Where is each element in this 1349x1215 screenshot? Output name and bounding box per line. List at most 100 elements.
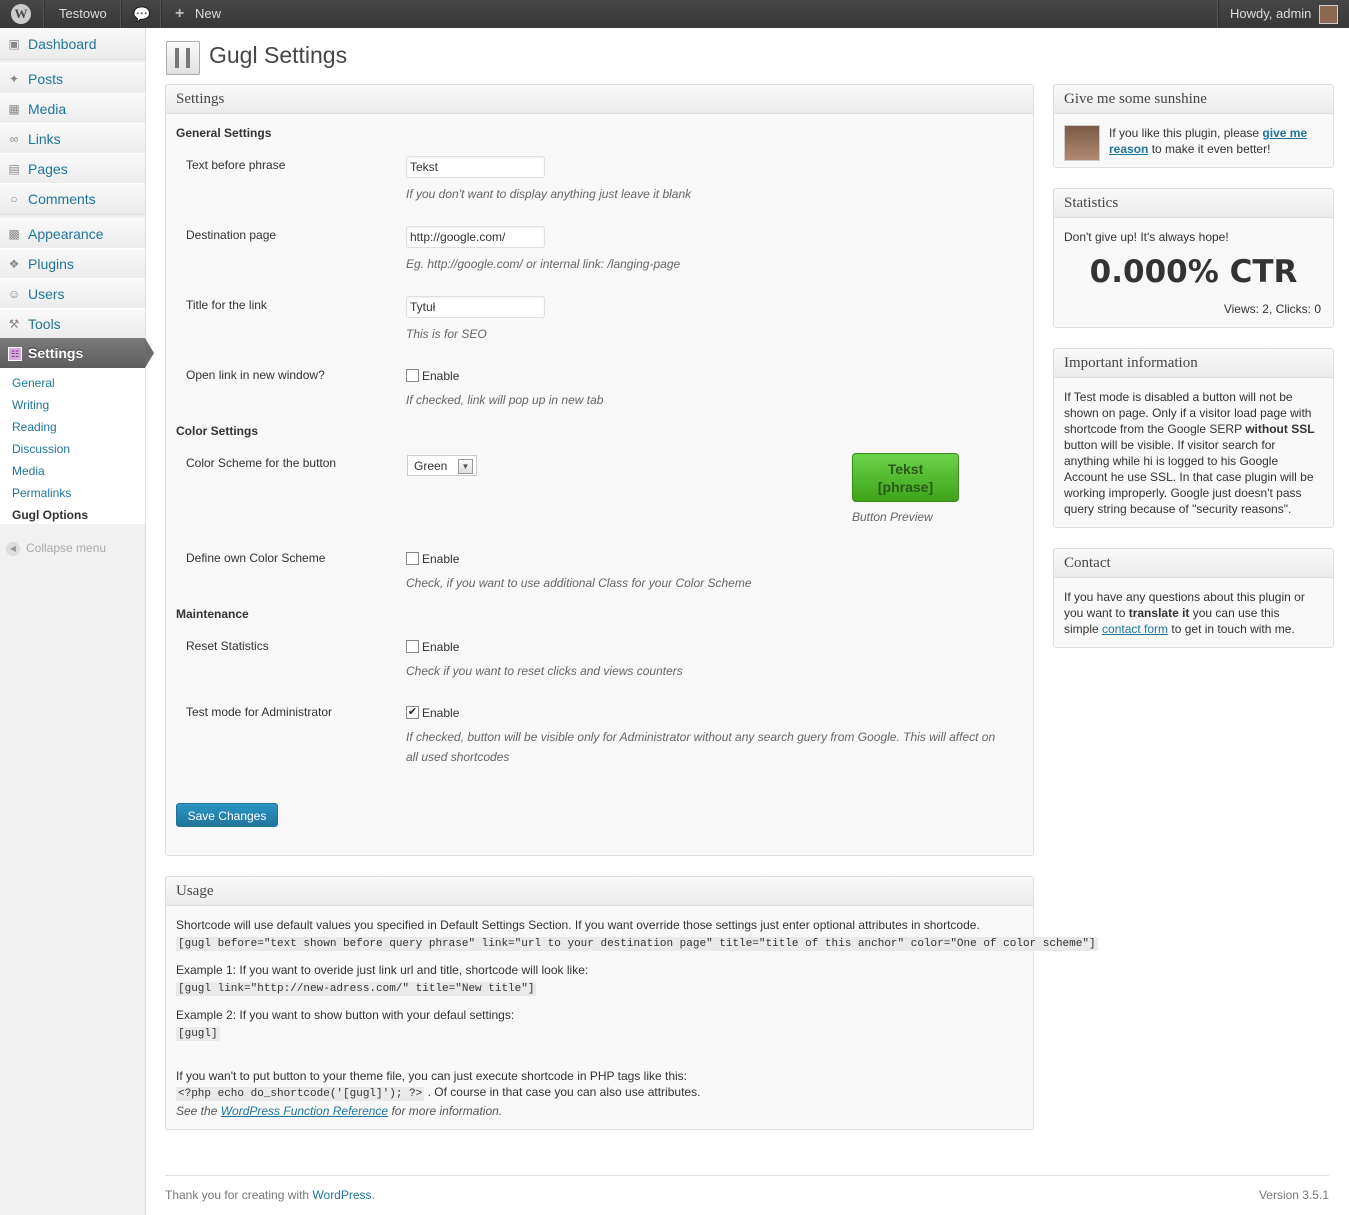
- function-reference-link[interactable]: WordPress Function Reference: [221, 1104, 388, 1118]
- media-icon: ▦: [8, 102, 20, 116]
- footer-version: Version 3.5.1: [1258, 1188, 1329, 1202]
- site-name-link[interactable]: Testowo: [59, 0, 107, 28]
- maintenance-heading: Maintenance: [176, 607, 249, 621]
- important-line: shortcode from the Google SERP: [1064, 422, 1246, 436]
- plugins-icon: ❖: [8, 257, 20, 271]
- statistics-box-title: Statistics: [1054, 189, 1333, 218]
- submenu-reading[interactable]: Reading: [12, 420, 57, 434]
- test-mode-label: Test mode for Administrator: [186, 705, 333, 719]
- important-box-title: Important information: [1054, 349, 1333, 378]
- checkmark-icon: ✔: [407, 706, 418, 718]
- settings-sliders-icon: [166, 41, 200, 75]
- enable-label: Enable: [422, 552, 460, 566]
- destination-description: Eg. http://google.com/ or internal link:…: [406, 257, 681, 271]
- usage-php-intro: If you wan't to put button to your theme…: [176, 1069, 688, 1083]
- reset-statistics-label: Reset Statistics: [186, 639, 269, 653]
- menu-label: Users: [28, 286, 65, 302]
- reset-statistics-checkbox[interactable]: [406, 640, 419, 653]
- usage-php-after: . Of course in that case you can also us…: [427, 1085, 701, 1099]
- menu-item-tools[interactable]: ⚒ Tools: [0, 308, 145, 340]
- menu-item-media[interactable]: ▦ Media: [0, 93, 145, 125]
- text-before-label: Text before phrase: [186, 158, 286, 172]
- comments-icon: ○: [10, 192, 18, 206]
- contact-line-2-post: you can use this: [1189, 606, 1280, 620]
- submenu-permalinks[interactable]: Permalinks: [12, 486, 71, 500]
- divider: [120, 0, 122, 28]
- usage-example-2-code: [gugl]: [176, 1027, 220, 1041]
- menu-item-comments[interactable]: ○ Comments: [0, 183, 145, 215]
- divider: [43, 0, 45, 28]
- test-mode-description: If checked, button will be visible only …: [406, 730, 996, 744]
- author-avatar: [1064, 125, 1100, 161]
- avatar[interactable]: [1319, 5, 1338, 24]
- contact-line-3-pre: simple: [1064, 622, 1103, 636]
- important-line: shown on page. Only if a visitor load pa…: [1064, 406, 1312, 420]
- wordpress-link[interactable]: WordPress: [312, 1188, 371, 1202]
- plus-icon[interactable]: +: [175, 0, 184, 28]
- title-input[interactable]: Tytuł: [406, 296, 545, 318]
- reset-statistics-description: Check if you want to reset clicks and vi…: [406, 664, 683, 678]
- new-window-description: If checked, link will pop up in new tab: [406, 393, 604, 407]
- important-line: query string because of "security reason…: [1064, 502, 1292, 516]
- menu-label: Comments: [28, 191, 96, 207]
- new-window-label: Open link in new window?: [186, 368, 325, 382]
- pages-icon: ▤: [8, 162, 20, 176]
- footer-divider: [165, 1175, 1329, 1176]
- sunshine-box-title: Give me some sunshine: [1054, 85, 1333, 114]
- posts-pin-icon: ✦: [8, 72, 20, 86]
- menu-label: Tools: [28, 316, 61, 332]
- wordpress-logo-icon[interactable]: W: [11, 4, 31, 24]
- usage-box-title: Usage: [166, 877, 1033, 906]
- text-before-input[interactable]: Tekst: [406, 156, 545, 178]
- submenu-general[interactable]: General: [12, 376, 55, 390]
- admin-menu: ▣ Dashboard ✦ Posts ▦ Media ∞ Links ▤ Pa…: [0, 28, 154, 1215]
- comments-bubble-icon[interactable]: 💬: [133, 0, 150, 28]
- submenu-discussion[interactable]: Discussion: [12, 442, 70, 456]
- menu-item-appearance[interactable]: ▩ Appearance: [0, 218, 145, 250]
- save-changes-button[interactable]: Save Changes: [176, 803, 278, 827]
- dashboard-icon: ▣: [8, 37, 20, 51]
- button-preview-caption: Button Preview: [852, 510, 933, 524]
- enable-label: Enable: [422, 706, 460, 720]
- users-icon: ☺: [7, 287, 21, 301]
- menu-label: Appearance: [28, 226, 104, 242]
- ctr-value: 0.000% CTR: [1089, 254, 1298, 290]
- current-menu-arrow: [145, 338, 154, 368]
- collapse-label: Collapse menu: [26, 541, 107, 555]
- menu-item-users[interactable]: ☺ Users: [0, 278, 145, 310]
- contact-box-title: Contact: [1054, 549, 1333, 578]
- new-content-link[interactable]: New: [195, 0, 221, 28]
- submenu-gugl-options[interactable]: Gugl Options: [12, 508, 88, 522]
- menu-item-settings[interactable]: ☷ Settings: [0, 338, 145, 368]
- menu-item-dashboard[interactable]: ▣ Dashboard: [0, 28, 145, 60]
- color-scheme-select[interactable]: Green ▼: [407, 455, 477, 476]
- reason-link[interactable]: reason: [1109, 142, 1148, 156]
- views-clicks: Views: 2, Clicks: 0: [1223, 302, 1321, 316]
- preview-line-2: [phrase]: [877, 479, 934, 495]
- own-scheme-checkbox[interactable]: [406, 552, 419, 565]
- menu-label: Dashboard: [28, 36, 97, 52]
- menu-item-links[interactable]: ∞ Links: [0, 123, 145, 155]
- enable-label: Enable: [422, 640, 460, 654]
- submenu-media[interactable]: Media: [12, 464, 45, 478]
- button-preview: Tekst [phrase]: [852, 453, 959, 502]
- new-window-checkbox[interactable]: [406, 369, 419, 382]
- tools-icon: ⚒: [8, 317, 20, 331]
- give-me-link[interactable]: give me: [1262, 126, 1307, 140]
- test-mode-checkbox[interactable]: ✔: [406, 706, 419, 719]
- menu-item-posts[interactable]: ✦ Posts: [0, 63, 145, 95]
- usage-example-1: Example 1: If you want to overide just l…: [176, 963, 589, 977]
- menu-item-plugins[interactable]: ❖ Plugins: [0, 248, 145, 280]
- important-line: If Test mode is disabled a button will n…: [1064, 390, 1293, 404]
- contact-line-1: If you have any questions about this plu…: [1064, 590, 1305, 604]
- color-settings-heading: Color Settings: [176, 424, 259, 438]
- submenu-writing[interactable]: Writing: [12, 398, 49, 412]
- statistics-hope: Don't give up! It's always hope!: [1064, 230, 1229, 244]
- destination-input[interactable]: http://google.com/: [406, 226, 545, 248]
- collapse-menu-button[interactable]: ◀ Collapse menu: [6, 541, 106, 556]
- howdy-account-link[interactable]: Howdy, admin: [1230, 0, 1311, 28]
- usage-php-code: <?php echo do_shortcode('[gugl]'); ?>: [176, 1087, 425, 1101]
- menu-item-pages[interactable]: ▤ Pages: [0, 153, 145, 185]
- important-line: Account he use SSL. In that case plugin …: [1064, 470, 1314, 484]
- contact-form-link[interactable]: contact form: [1102, 622, 1168, 636]
